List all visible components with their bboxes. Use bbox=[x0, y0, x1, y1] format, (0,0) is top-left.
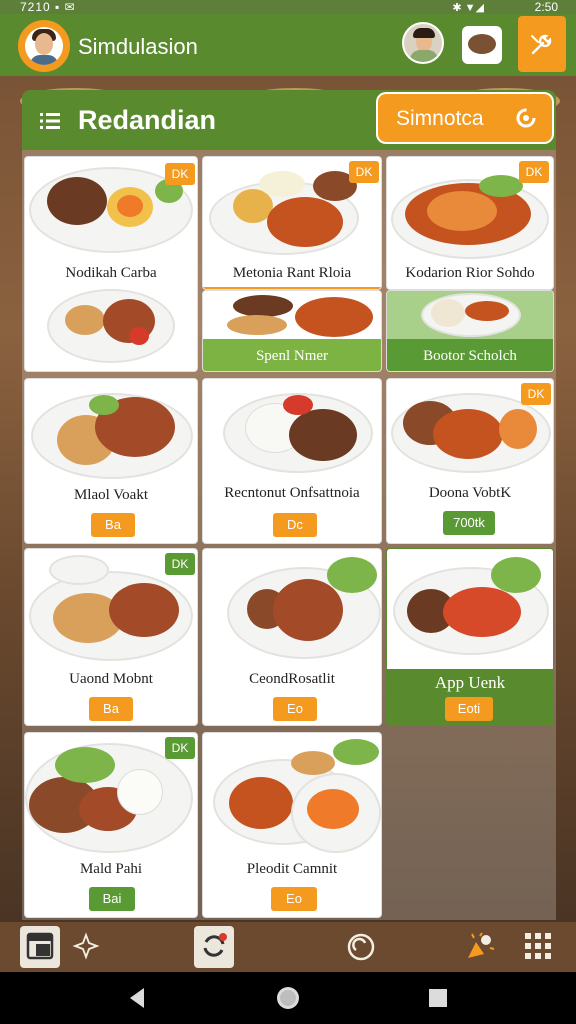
nav-apps-button[interactable] bbox=[518, 926, 558, 968]
nav-dashboard-button[interactable] bbox=[20, 926, 60, 968]
card-action-button[interactable]: Bai bbox=[89, 887, 135, 911]
restaurant-panel-header: Redandian Simnotca bbox=[22, 90, 556, 150]
panel-title: Redandian bbox=[78, 105, 217, 135]
green-band-spent: Spenl Nmer bbox=[203, 339, 381, 371]
green-band-bootor: Bootor Scholch bbox=[387, 339, 553, 371]
card-label: Pleodit Camnit bbox=[246, 861, 338, 877]
system-navigation-bar bbox=[0, 972, 576, 1024]
card-label: Doona VobtK bbox=[428, 485, 512, 501]
menu-card-doona[interactable]: DK Doona VobtK 700tk bbox=[386, 378, 554, 544]
menu-card-ceond[interactable]: CeondRosatlit Eo bbox=[202, 548, 382, 726]
menu-card-nodikah[interactable]: DK Nodikah Carba bbox=[24, 156, 198, 372]
card-action-button[interactable]: Eo bbox=[271, 887, 317, 911]
back-icon[interactable] bbox=[122, 982, 154, 1014]
card-action-button[interactable]: Ba bbox=[89, 697, 133, 721]
card-badge: DK bbox=[165, 737, 195, 759]
card-action-button[interactable]: Dc bbox=[273, 513, 317, 537]
sparkle-icon bbox=[72, 932, 100, 960]
card-label: Metonia Rant Rloia bbox=[232, 265, 352, 281]
card-action-button[interactable]: Eoti bbox=[445, 697, 493, 721]
card-label: Mlaol Voakt bbox=[73, 487, 149, 503]
app-title: Simdulasion bbox=[78, 34, 198, 59]
card-badge: DK bbox=[521, 383, 551, 405]
hamburger-icon[interactable] bbox=[40, 112, 62, 130]
status-left-text: 7210 ▪ ✉ bbox=[20, 0, 76, 14]
menu-card-bootor[interactable]: Bootor Scholch bbox=[386, 290, 554, 372]
nav-celebrate-button[interactable] bbox=[458, 926, 498, 968]
status-bar: 7210 ▪ ✉ ✱ ▼◢ 2:50 bbox=[0, 0, 576, 14]
nav-center-button[interactable] bbox=[340, 926, 380, 968]
card-label: Recntonut Onfsattnoia bbox=[224, 485, 360, 501]
bottom-navigation bbox=[0, 920, 576, 972]
menu-card-mald-pahi[interactable]: DK Mald Pahi Bai bbox=[24, 732, 198, 918]
nav-refresh-button[interactable] bbox=[194, 926, 234, 968]
card-label: Kodarion Rior Sohdo bbox=[405, 265, 535, 281]
recents-icon[interactable] bbox=[422, 982, 454, 1014]
grid-apps-icon bbox=[525, 933, 551, 959]
user-profile-thumbnail[interactable] bbox=[402, 22, 444, 64]
home-icon[interactable] bbox=[272, 982, 304, 1014]
refresh-icon bbox=[203, 933, 227, 957]
simulation-action-button[interactable]: Simnotca bbox=[376, 92, 554, 144]
card-badge: DK bbox=[165, 553, 195, 575]
card-label: CeondRosatlit bbox=[249, 671, 335, 687]
card-action-button[interactable]: Eo bbox=[273, 697, 317, 721]
menu-card-metonia[interactable]: DK Metonia Rant Rloia bbox=[202, 156, 382, 290]
party-icon bbox=[468, 932, 495, 958]
card-action-button[interactable]: Ba bbox=[91, 513, 135, 537]
simulation-action-label: Simnotca bbox=[396, 107, 484, 130]
wrench-icon bbox=[531, 34, 552, 55]
card-label: Uaond Mobnt bbox=[69, 671, 153, 687]
menu-card-pleodit[interactable]: Pleodit Camnit Eo bbox=[202, 732, 382, 918]
app-bar: Simdulasion bbox=[0, 14, 576, 76]
menu-card-recntonut[interactable]: Recntonut Onfsattnoia Dc bbox=[202, 378, 382, 544]
avatar-image bbox=[25, 27, 63, 65]
card-label: Mald Pahi bbox=[79, 861, 143, 877]
card-label: Nodikah Carba bbox=[65, 265, 157, 281]
status-clock: 2:50 bbox=[534, 0, 558, 14]
menu-card-spent[interactable]: Spenl Nmer bbox=[202, 290, 382, 372]
card-label: App Uenk bbox=[434, 673, 506, 692]
menu-card-kodarion[interactable]: DK Kodarion Rior Sohdo bbox=[386, 156, 554, 290]
avatar[interactable] bbox=[18, 20, 70, 72]
menu-card-uaond[interactable]: DK Uaond Mobnt Ba bbox=[24, 548, 198, 726]
status-icons: ✱ ▼◢ bbox=[452, 2, 484, 14]
nav-sparkle-button[interactable] bbox=[66, 926, 106, 968]
card-action-button[interactable]: 700tk bbox=[443, 511, 495, 535]
gear-refresh-icon bbox=[516, 108, 536, 128]
card-badge: DK bbox=[349, 161, 379, 183]
card-badge: DK bbox=[165, 163, 195, 185]
menu-card-app-uenk[interactable]: App Uenk Eoti bbox=[386, 548, 554, 726]
food-thumbnail[interactable] bbox=[462, 26, 502, 64]
dashboard-icon bbox=[26, 932, 54, 960]
tool-button[interactable] bbox=[518, 16, 566, 72]
menu-card-mlaol[interactable]: Mlaol Voakt Ba bbox=[24, 378, 198, 544]
circle-logo-icon bbox=[347, 933, 375, 961]
card-badge: DK bbox=[519, 161, 549, 183]
